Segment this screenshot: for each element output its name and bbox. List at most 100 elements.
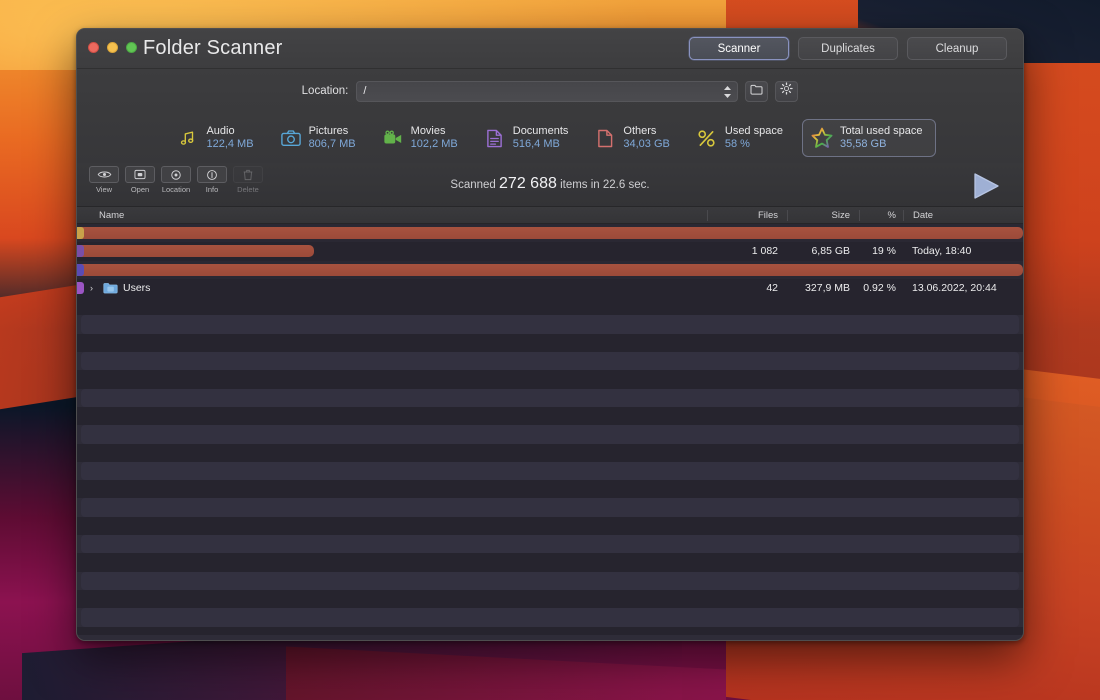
row-name-label: Users — [123, 282, 150, 294]
table-empty-row — [77, 370, 1023, 388]
stat-others[interactable]: Others 34,03 GB — [581, 125, 682, 151]
table-empty-row — [77, 315, 1023, 333]
table-header: Name Files Size % Date — [77, 207, 1023, 224]
table-row[interactable]: › Library 10 343 1,03 GB 3 % 13.06.2022,… — [77, 261, 1023, 279]
folder-icon — [750, 82, 763, 100]
table-empty-row — [77, 389, 1023, 407]
column-header-size[interactable]: Size — [787, 210, 859, 221]
music-note-icon — [177, 127, 199, 149]
scan-status-suffix: items in 22.6 sec. — [560, 179, 649, 191]
table-empty-row — [77, 352, 1023, 370]
minimize-button[interactable] — [107, 42, 118, 53]
stat-documents[interactable]: Documents 516,4 MB — [471, 125, 582, 151]
play-icon — [971, 187, 1001, 204]
close-button[interactable] — [88, 42, 99, 53]
mode-segmented-control: Scanner Duplicates Cleanup — [689, 37, 1007, 60]
stat-pictures[interactable]: Pictures 806,7 MB — [267, 125, 369, 151]
tab-scanner[interactable]: Scanner — [689, 37, 789, 60]
row-color-edge — [77, 282, 84, 294]
stat-pictures-value: 806,7 MB — [309, 138, 356, 151]
table-empty-row — [77, 480, 1023, 498]
table-empty-row — [77, 334, 1023, 352]
document-icon — [484, 127, 506, 149]
stat-total-label: Total used space — [840, 125, 923, 138]
app-window: Folder Scanner Scanner Duplicates Cleanu… — [76, 28, 1024, 641]
stat-audio-value: 122,4 MB — [206, 138, 253, 151]
row-pct-cell: 0.92 % — [859, 282, 903, 294]
video-camera-icon — [382, 127, 404, 149]
table-empty-row — [77, 425, 1023, 443]
table-empty-row — [77, 462, 1023, 480]
percent-icon — [696, 127, 718, 149]
tab-duplicates-label: Duplicates — [821, 43, 875, 55]
app-title: Folder Scanner — [143, 37, 283, 60]
location-value: / — [363, 85, 366, 97]
play-scan-button[interactable] — [971, 172, 1001, 205]
stat-total-used-space[interactable]: Total used space 35,58 GB — [802, 119, 936, 157]
column-header-date[interactable]: Date — [903, 210, 1023, 221]
table-row[interactable]: › Applications 1 082 6,85 GB 19 % Today,… — [77, 242, 1023, 260]
table-empty-row — [77, 517, 1023, 535]
folder-icon — [103, 282, 118, 294]
table-empty-rows — [77, 297, 1023, 626]
window-controls — [88, 42, 137, 53]
table-empty-row — [77, 608, 1023, 626]
scan-status: Scanned 272 688 items in 22.6 sec. — [77, 175, 1023, 193]
stat-used-space[interactable]: Used space 58 % — [683, 125, 796, 151]
stat-used-space-label: Used space — [725, 125, 783, 138]
table-empty-row — [77, 498, 1023, 516]
tab-scanner-label: Scanner — [718, 43, 761, 55]
camera-icon — [280, 127, 302, 149]
category-stats-row: Audio 122,4 MB Pictures 806,7 MB — [77, 113, 1023, 163]
star-icon — [811, 127, 833, 149]
stat-documents-label: Documents — [513, 125, 569, 138]
stat-documents-value: 516,4 MB — [513, 138, 569, 151]
row-color-edge — [77, 245, 84, 257]
table-empty-row — [77, 553, 1023, 571]
row-pct-cell: 19 % — [859, 245, 903, 257]
zoom-button[interactable] — [126, 42, 137, 53]
stat-movies[interactable]: Movies 102,2 MB — [369, 125, 471, 151]
location-combobox[interactable]: / — [356, 81, 738, 102]
column-header-pct[interactable]: % — [859, 210, 903, 221]
chevron-updown-icon[interactable] — [723, 85, 732, 99]
row-files-cell: 1 082 — [707, 245, 787, 257]
row-usage-bar — [77, 245, 314, 257]
stat-pictures-label: Pictures — [309, 125, 356, 138]
gear-icon — [780, 82, 793, 100]
table-empty-row — [77, 590, 1023, 608]
stat-others-value: 34,03 GB — [623, 138, 669, 151]
browse-folder-button[interactable] — [745, 81, 768, 102]
settings-button[interactable] — [775, 81, 798, 102]
table-row[interactable]: › Users 42 327,9 MB 0.92 % 13.06.2022, 2… — [77, 279, 1023, 297]
row-usage-bar — [77, 264, 1023, 276]
row-files-cell: 42 — [707, 282, 787, 294]
title-bar: Folder Scanner Scanner Duplicates Cleanu… — [77, 29, 1023, 69]
stat-movies-label: Movies — [411, 125, 458, 138]
table-empty-row — [77, 572, 1023, 590]
stat-audio-label: Audio — [206, 125, 253, 138]
row-date-cell: 13.06.2022, 20:44 — [903, 282, 1023, 294]
action-toolbar: View Open Location — [77, 163, 1023, 207]
row-size-cell: 327,9 MB — [787, 282, 859, 294]
tab-duplicates[interactable]: Duplicates — [798, 37, 898, 60]
row-color-edge — [77, 227, 84, 239]
tab-cleanup-label: Cleanup — [936, 43, 979, 55]
window-bottom-edge — [77, 635, 1023, 641]
table-row[interactable]: › System 199 478 27,37 GB 77 % 10.05.202… — [77, 224, 1023, 242]
row-color-edge — [77, 264, 84, 276]
scan-status-prefix: Scanned — [450, 179, 495, 191]
column-header-files[interactable]: Files — [707, 210, 787, 221]
table-empty-row — [77, 407, 1023, 425]
column-header-name[interactable]: Name — [77, 210, 707, 221]
disclosure-triangle-icon[interactable]: › — [85, 283, 98, 293]
stat-used-space-value: 58 % — [725, 138, 783, 151]
row-size-cell: 6,85 GB — [787, 245, 859, 257]
location-bar: Location: / — [77, 69, 1023, 113]
tab-cleanup[interactable]: Cleanup — [907, 37, 1007, 60]
location-label: Location: — [302, 85, 349, 97]
table-empty-row — [77, 297, 1023, 315]
stat-audio[interactable]: Audio 122,4 MB — [164, 125, 266, 151]
table-body[interactable]: › System 199 478 27,37 GB 77 % 10.05.202… — [77, 224, 1023, 635]
stat-others-label: Others — [623, 125, 669, 138]
